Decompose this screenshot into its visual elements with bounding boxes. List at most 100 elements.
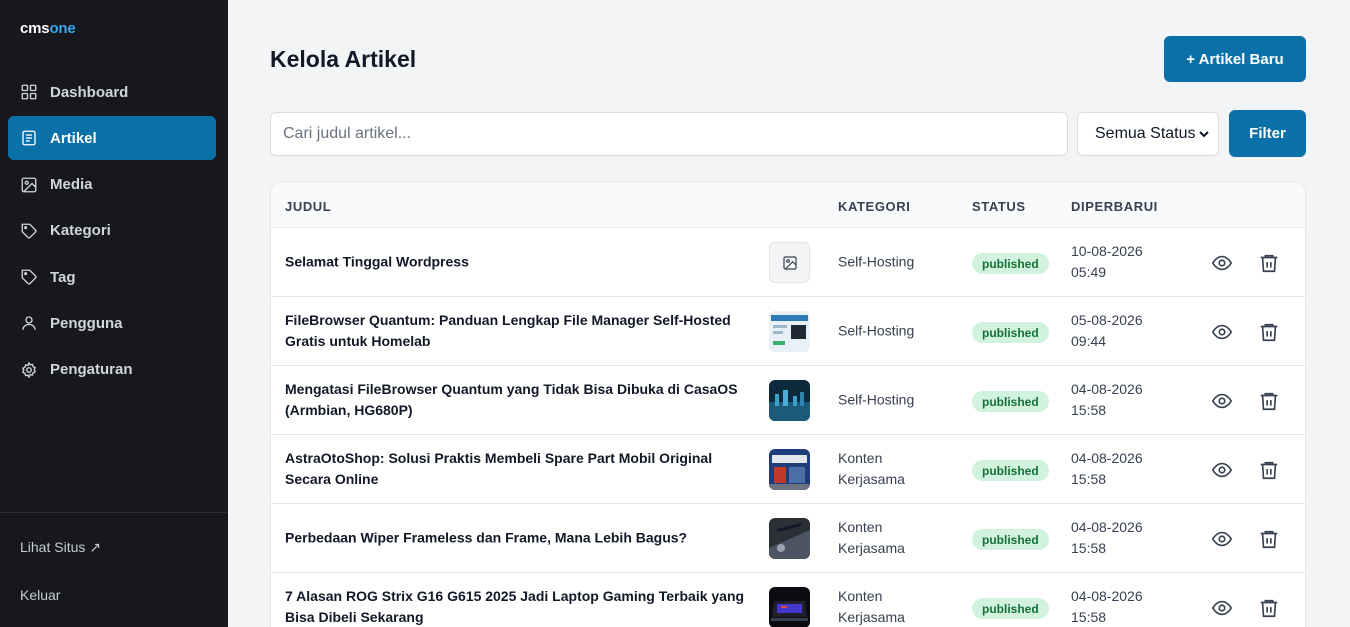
article-title[interactable]: AstraOtoShop: Solusi Praktis Membeli Spa… [285,448,755,490]
article-thumbnail [769,380,810,421]
updated-date: 04-08-2026 [1071,588,1143,604]
eye-icon[interactable] [1211,528,1233,550]
image-icon [20,176,38,194]
user-icon [20,314,38,332]
article-updated: 04-08-2026 15:58 [1071,586,1143,627]
sidebar-item-tag[interactable]: Tag [8,255,216,299]
gear-icon [20,361,38,379]
thumbnail-placeholder [769,242,810,283]
status-badge: published [972,460,1049,481]
updated-date: 05-08-2026 [1071,312,1143,328]
status-select[interactable]: Semua Status [1077,112,1219,156]
updated-time: 15:58 [1071,609,1107,625]
chevron-down-icon [1199,131,1209,138]
filter-button[interactable]: Filter [1229,110,1306,157]
sidebar-divider [0,512,228,513]
article-category: Self-Hosting [838,322,915,339]
table-row: Perbedaan Wiper Frameless dan Frame, Man… [271,504,1305,573]
status-badge: published [972,529,1049,550]
column-header-title: JUDUL [285,199,332,214]
table-row: 7 Alasan ROG Strix G16 G615 2025 Jadi La… [271,573,1305,627]
trash-icon[interactable] [1258,390,1280,412]
sidebar-item-pengaturan[interactable]: Pengaturan [8,348,216,392]
article-category: Konten Kerjasama [838,519,905,556]
sidebar-item-pengguna[interactable]: Pengguna [8,301,216,345]
sidebar-item-kategori[interactable]: Kategori [8,209,216,253]
tag-icon [20,222,38,240]
column-header-category: KATEGORI [838,199,911,214]
trash-icon[interactable] [1258,321,1280,343]
status-badge: published [972,391,1049,412]
table-row: Mengatasi FileBrowser Quantum yang Tidak… [271,366,1305,435]
view-site-link[interactable]: Lihat Situs ↗ [20,539,101,556]
article-updated: 05-08-2026 09:44 [1071,310,1143,352]
brand-part-1: cms [20,20,50,37]
article-updated: 04-08-2026 15:58 [1071,448,1143,490]
sidebar-item-label: Pengaturan [50,361,133,379]
updated-date: 10-08-2026 [1071,243,1143,259]
article-thumbnail [769,518,810,559]
sidebar: cmsone Dashboard Artikel Media Kategori [0,0,228,627]
sidebar-item-label: Artikel [50,129,97,147]
sidebar-nav: Dashboard Artikel Media Kategori Tag Pen… [8,70,216,394]
new-article-button[interactable]: + Artikel Baru [1164,36,1306,82]
table-row: Selamat Tinggal Wordpress Self-Hosting p… [271,228,1305,297]
search-input[interactable] [270,112,1068,156]
article-thumbnail [769,587,810,627]
eye-icon[interactable] [1211,321,1233,343]
articles-table: JUDUL KATEGORI STATUS DIPERBARUI Selamat… [270,181,1306,627]
article-thumbnail [769,449,810,490]
column-header-updated: DIPERBARUI [1071,199,1158,214]
article-category: Konten Kerjasama [838,450,905,487]
sidebar-item-label: Media [50,176,93,194]
column-header-status: STATUS [972,199,1026,214]
grid-icon [20,83,38,101]
updated-date: 04-08-2026 [1071,450,1143,466]
status-select-value: Semua Status [1095,125,1196,142]
updated-time: 15:58 [1071,402,1107,418]
page-title: Kelola Artikel [270,46,417,72]
table-row: FileBrowser Quantum: Panduan Lengkap Fil… [271,297,1305,366]
brand-part-2: one [49,20,76,37]
document-icon [20,129,38,147]
sidebar-item-media[interactable]: Media [8,163,216,207]
sidebar-item-dashboard[interactable]: Dashboard [8,70,216,114]
eye-icon[interactable] [1211,252,1233,274]
article-category: Konten Kerjasama [838,588,905,625]
sidebar-item-label: Kategori [50,222,111,240]
status-badge: published [972,253,1049,274]
sidebar-item-label: Tag [50,268,76,286]
updated-time: 09:44 [1071,333,1107,349]
logout-link[interactable]: Keluar [20,587,60,603]
sidebar-item-label: Dashboard [50,83,129,101]
image-icon [782,255,797,270]
article-title[interactable]: FileBrowser Quantum: Panduan Lengkap Fil… [285,310,755,352]
updated-time: 15:58 [1071,540,1107,556]
eye-icon[interactable] [1211,390,1233,412]
updated-date: 04-08-2026 [1071,519,1143,535]
table-header: JUDUL KATEGORI STATUS DIPERBARUI [271,182,1305,228]
sidebar-item-artikel[interactable]: Artikel [8,116,216,161]
updated-time: 05:49 [1071,264,1107,280]
trash-icon[interactable] [1258,597,1280,619]
tag-icon [20,268,38,286]
eye-icon[interactable] [1211,459,1233,481]
article-category: Self-Hosting [838,391,915,408]
trash-icon[interactable] [1258,252,1280,274]
trash-icon[interactable] [1258,528,1280,550]
article-updated: 04-08-2026 15:58 [1071,517,1143,559]
article-title[interactable]: Perbedaan Wiper Frameless dan Frame, Man… [285,528,755,549]
sidebar-item-label: Pengguna [50,314,123,332]
brand-logo[interactable]: cmsone [20,20,76,37]
updated-time: 15:58 [1071,471,1107,487]
article-title[interactable]: Selamat Tinggal Wordpress [285,252,755,273]
article-updated: 04-08-2026 15:58 [1071,379,1143,421]
article-title[interactable]: Mengatasi FileBrowser Quantum yang Tidak… [285,379,755,421]
status-badge: published [972,322,1049,343]
trash-icon[interactable] [1258,459,1280,481]
table-row: AstraOtoShop: Solusi Praktis Membeli Spa… [271,435,1305,504]
status-badge: published [972,598,1049,619]
eye-icon[interactable] [1211,597,1233,619]
article-title[interactable]: 7 Alasan ROG Strix G16 G615 2025 Jadi La… [285,586,755,627]
updated-date: 04-08-2026 [1071,381,1143,397]
